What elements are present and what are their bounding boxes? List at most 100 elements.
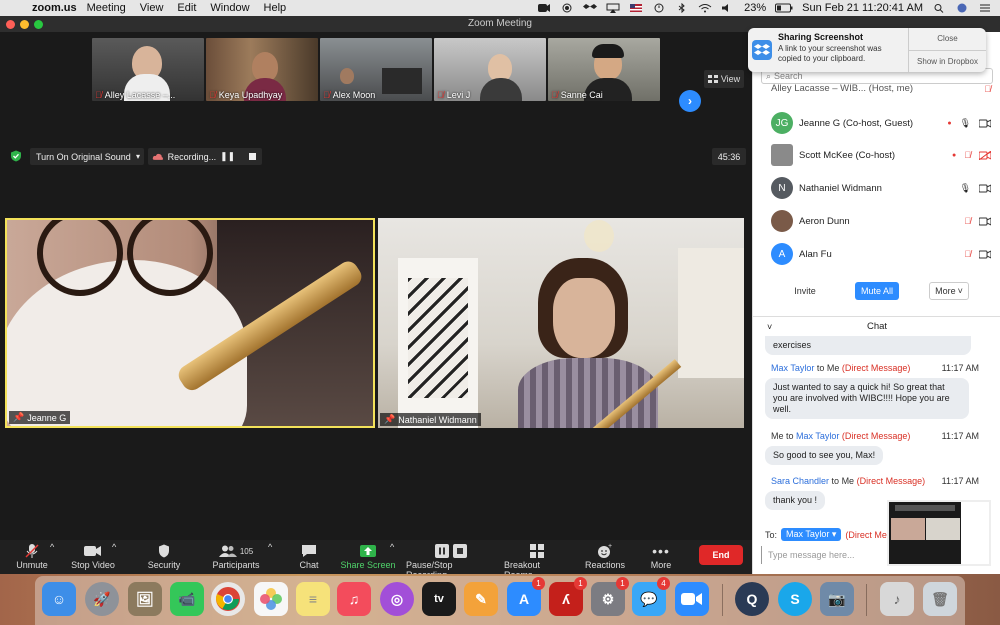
- notes-icon[interactable]: ≡: [296, 582, 330, 616]
- menu-help[interactable]: Help: [264, 2, 287, 14]
- facetime-icon[interactable]: 📹: [170, 582, 204, 616]
- apple-tv-icon[interactable]: tv: [422, 582, 456, 616]
- participants-options-caret[interactable]: ^: [268, 542, 272, 552]
- participants-button[interactable]: 105 Participants: [208, 542, 264, 570]
- photos-icon[interactable]: [254, 582, 288, 616]
- pause-recording-icon[interactable]: ❚❚: [220, 151, 235, 162]
- zoom-window-button[interactable]: [34, 20, 43, 29]
- invite-button[interactable]: Invite: [787, 282, 823, 300]
- zoom-status-icon[interactable]: [537, 3, 551, 13]
- dropbox-notification[interactable]: Sharing Screenshot A link to your screen…: [748, 28, 986, 72]
- thumbnail-video[interactable]: 🎙̸ Sanne Cai: [548, 38, 660, 101]
- user-icon[interactable]: [955, 3, 969, 13]
- active-speaker-video[interactable]: 📌 Jeanne G: [5, 218, 375, 428]
- bluetooth-icon[interactable]: [675, 3, 689, 13]
- participant-video[interactable]: 📌 Nathaniel Widmann: [378, 218, 744, 428]
- participant-row[interactable]: Aeron Dunn 🎙̸: [753, 206, 1000, 236]
- video-icon[interactable]: [979, 249, 991, 259]
- thumbnail-video[interactable]: 🎙̸ Alex Moon: [320, 38, 432, 101]
- airplay-icon[interactable]: [606, 3, 620, 13]
- minimize-window-button[interactable]: [20, 20, 29, 29]
- menu-window[interactable]: Window: [210, 2, 249, 14]
- preview-icon[interactable]: 🖼: [128, 582, 162, 616]
- participant-row[interactable]: Alley Lacasse – WIB... (Host, me) 🎙̸: [753, 80, 1000, 94]
- video-options-caret[interactable]: ^: [112, 542, 116, 552]
- participant-row[interactable]: N Nathaniel Widmann 🎙: [753, 173, 1000, 203]
- control-center-icon[interactable]: [978, 3, 992, 13]
- skype-icon[interactable]: S: [778, 582, 812, 616]
- thumbnail-video[interactable]: 🎙̸ Keya Upadhyay: [206, 38, 318, 101]
- spotlight-search-icon[interactable]: [932, 3, 946, 13]
- clock-icon[interactable]: [652, 3, 666, 13]
- battery-percent: 23%: [744, 2, 767, 14]
- screenshot-thumbnail[interactable]: [887, 500, 991, 566]
- thumbnail-video[interactable]: 🎙̸ Alley Lacasse –...: [92, 38, 204, 101]
- mic-muted-icon[interactable]: 🎙̸: [964, 249, 971, 259]
- battery-icon[interactable]: [775, 3, 793, 13]
- more-button[interactable]: ••• More: [646, 542, 676, 570]
- system-preferences-icon[interactable]: ⚙ 1: [591, 577, 629, 616]
- menu-edit[interactable]: Edit: [177, 2, 196, 14]
- end-meeting-button[interactable]: End: [699, 545, 743, 565]
- menubar-datetime[interactable]: Sun Feb 21 11:20:41 AM: [802, 2, 923, 14]
- reactions-button[interactable]: + Reactions: [582, 542, 628, 570]
- more-options-button[interactable]: More ˅: [929, 282, 969, 300]
- dropbox-icon[interactable]: [583, 3, 598, 13]
- chat-button[interactable]: Chat: [294, 542, 324, 570]
- acrobat-icon[interactable]: ʎ1: [549, 577, 587, 616]
- encryption-shield-icon[interactable]: [10, 150, 22, 162]
- wifi-icon[interactable]: [698, 3, 712, 13]
- close-window-button[interactable]: [6, 20, 15, 29]
- badge-count: 1: [574, 577, 587, 590]
- finder-icon[interactable]: ☺: [42, 582, 76, 616]
- show-in-dropbox-button[interactable]: Show in Dropbox: [909, 51, 986, 73]
- caret-down-icon[interactable]: ▾: [136, 152, 140, 161]
- video-icon[interactable]: [979, 216, 991, 226]
- menu-meeting[interactable]: Meeting: [87, 2, 126, 14]
- mic-muted-icon[interactable]: 🎙̸: [964, 216, 971, 226]
- chevron-down-icon[interactable]: ˅: [767, 322, 772, 332]
- original-sound-toggle[interactable]: Turn On Original Sound ▾: [30, 148, 144, 165]
- chat-message: exercises: [765, 336, 971, 355]
- stop-video-button[interactable]: Stop Video: [70, 542, 116, 570]
- participant-row[interactable]: A Alan Fu 🎙̸: [753, 239, 1000, 269]
- menu-app-name[interactable]: zoom.us: [32, 2, 77, 14]
- view-button[interactable]: View: [704, 70, 744, 88]
- music-folder-icon[interactable]: ♪: [880, 582, 914, 616]
- flag-icon[interactable]: [629, 3, 643, 13]
- quicktime-icon[interactable]: Q: [735, 582, 769, 616]
- launchpad-icon[interactable]: 🚀: [85, 582, 119, 616]
- audio-options-caret[interactable]: ^: [50, 542, 54, 552]
- chrome-icon[interactable]: [211, 582, 245, 616]
- video-icon[interactable]: [979, 183, 991, 193]
- recipient-select[interactable]: Max Taylor ▾: [781, 528, 842, 541]
- share-screen-button[interactable]: Share Screen: [340, 542, 396, 570]
- menu-view[interactable]: View: [140, 2, 164, 14]
- mute-all-button[interactable]: Mute All: [855, 282, 899, 300]
- podcasts-icon[interactable]: ◎: [380, 582, 414, 616]
- app-store-icon[interactable]: A1: [507, 577, 545, 616]
- participant-row[interactable]: Scott McKee (Co-host) ● 🎙̸: [753, 140, 1000, 170]
- trash-icon[interactable]: 🗑: [923, 582, 957, 616]
- music-icon[interactable]: ♫: [337, 582, 371, 616]
- video-icon[interactable]: [979, 118, 991, 128]
- messages-icon[interactable]: 💬 4: [632, 577, 670, 616]
- participant-row[interactable]: JG Jeanne G (Co-host, Guest) ● 🎙: [753, 108, 1000, 138]
- notification-close-button[interactable]: Close: [909, 28, 986, 51]
- security-button[interactable]: Security: [144, 542, 184, 570]
- zoom-app-icon[interactable]: [675, 582, 709, 616]
- share-options-caret[interactable]: ^: [390, 542, 394, 552]
- pages-icon[interactable]: ✎: [464, 582, 498, 616]
- video-off-icon[interactable]: [979, 150, 991, 160]
- next-page-button[interactable]: ›: [679, 90, 701, 112]
- unmute-button[interactable]: Unmute: [12, 542, 52, 570]
- mic-icon[interactable]: 🎙: [960, 118, 971, 129]
- mic-muted-icon[interactable]: 🎙̸: [984, 84, 991, 94]
- volume-icon[interactable]: [721, 3, 735, 13]
- thumbnail-video[interactable]: 🎙̸ Levi J: [434, 38, 546, 101]
- mic-icon[interactable]: 🎙: [960, 183, 971, 194]
- screen-record-icon[interactable]: [560, 3, 574, 13]
- stop-recording-icon[interactable]: [249, 153, 256, 160]
- mic-muted-icon[interactable]: 🎙̸: [964, 150, 971, 160]
- image-capture-icon[interactable]: 📷: [820, 582, 854, 616]
